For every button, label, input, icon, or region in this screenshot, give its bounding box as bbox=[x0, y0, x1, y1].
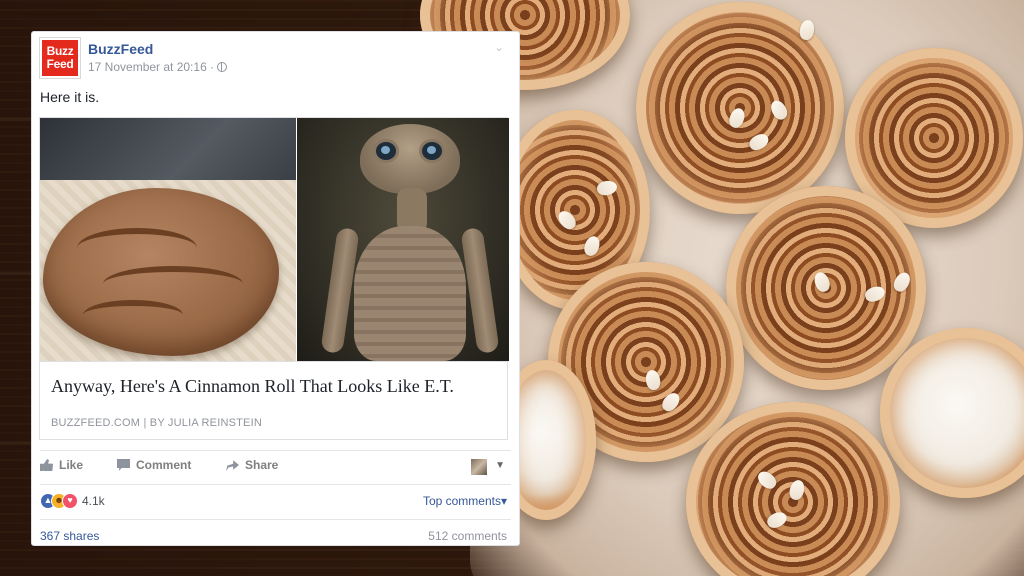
comment-label: Comment bbox=[136, 458, 192, 472]
et-body bbox=[354, 226, 466, 361]
reaction-count[interactable]: 4.1k bbox=[82, 494, 105, 508]
divider bbox=[40, 519, 511, 520]
caret-down-icon: ▾ bbox=[500, 494, 507, 508]
et-eye bbox=[422, 142, 442, 160]
link-title[interactable]: Anyway, Here's A Cinnamon Roll That Look… bbox=[51, 376, 454, 397]
shares-count[interactable]: 367 shares bbox=[40, 529, 99, 543]
action-bar: Like Comment Share ▼ bbox=[40, 455, 511, 481]
et-arm bbox=[460, 227, 500, 354]
top-comments-dropdown[interactable]: Top comments▾ bbox=[423, 494, 507, 508]
page-name-link[interactable]: BuzzFeed bbox=[88, 41, 153, 57]
stats-row: 367 shares 512 comments bbox=[40, 529, 511, 545]
et-figure-photo bbox=[297, 118, 509, 361]
caret-down-icon[interactable]: ▼ bbox=[495, 460, 505, 471]
like-label: Like bbox=[59, 458, 84, 472]
link-separator: | bbox=[143, 417, 147, 429]
et-eye bbox=[376, 142, 396, 160]
comment-button[interactable]: Comment bbox=[117, 458, 191, 472]
link-domain: BUZZFEED.COM bbox=[51, 417, 141, 429]
roll-groove bbox=[77, 228, 197, 268]
like-button[interactable]: Like bbox=[40, 458, 83, 472]
share-button[interactable]: Share bbox=[226, 458, 278, 472]
share-arrow-icon bbox=[226, 460, 239, 471]
globe-icon bbox=[217, 62, 228, 72]
chevron-down-icon[interactable]: ⌄ bbox=[491, 40, 507, 56]
post-message: Here it is. bbox=[40, 89, 100, 105]
share-label: Share bbox=[245, 458, 279, 472]
buzzfeed-logo[interactable]: Buzz Feed bbox=[40, 38, 80, 78]
avatar[interactable] bbox=[471, 459, 487, 475]
post-timestamp[interactable]: 17 November at 20:16 · bbox=[88, 60, 228, 74]
baking-mat bbox=[40, 118, 296, 180]
link-preview[interactable]: Anyway, Here's A Cinnamon Roll That Look… bbox=[39, 117, 509, 440]
love-reaction-icon[interactable]: ♥ bbox=[62, 493, 78, 509]
thumbs-up-icon bbox=[40, 459, 53, 471]
link-caption: Anyway, Here's A Cinnamon Roll That Look… bbox=[40, 361, 507, 439]
et-head bbox=[360, 124, 460, 194]
divider bbox=[40, 450, 511, 451]
logo-text-line2: Feed bbox=[46, 57, 74, 71]
et-shaped-roll bbox=[43, 188, 279, 356]
post-header: Buzz Feed BuzzFeed 17 November at 20:16 … bbox=[40, 38, 511, 80]
reactions-row: ▲ ☻ ♥ 4.1k Top comments▾ bbox=[40, 491, 511, 511]
roll-groove bbox=[103, 266, 243, 302]
timestamp-text: 17 November at 20:16 · bbox=[88, 60, 215, 74]
top-comments-label: Top comments bbox=[422, 494, 501, 508]
comments-count[interactable]: 512 comments bbox=[428, 529, 507, 543]
roll-groove bbox=[83, 300, 183, 330]
cinnamon-roll-photo bbox=[40, 118, 296, 361]
link-byline: BY JULIA REINSTEIN bbox=[149, 417, 262, 429]
divider bbox=[40, 484, 511, 485]
speech-bubble-icon bbox=[117, 459, 130, 471]
facebook-post-card: Buzz Feed BuzzFeed 17 November at 20:16 … bbox=[31, 31, 520, 546]
link-source: BUZZFEED.COM | BY JULIA REINSTEIN bbox=[51, 417, 262, 429]
